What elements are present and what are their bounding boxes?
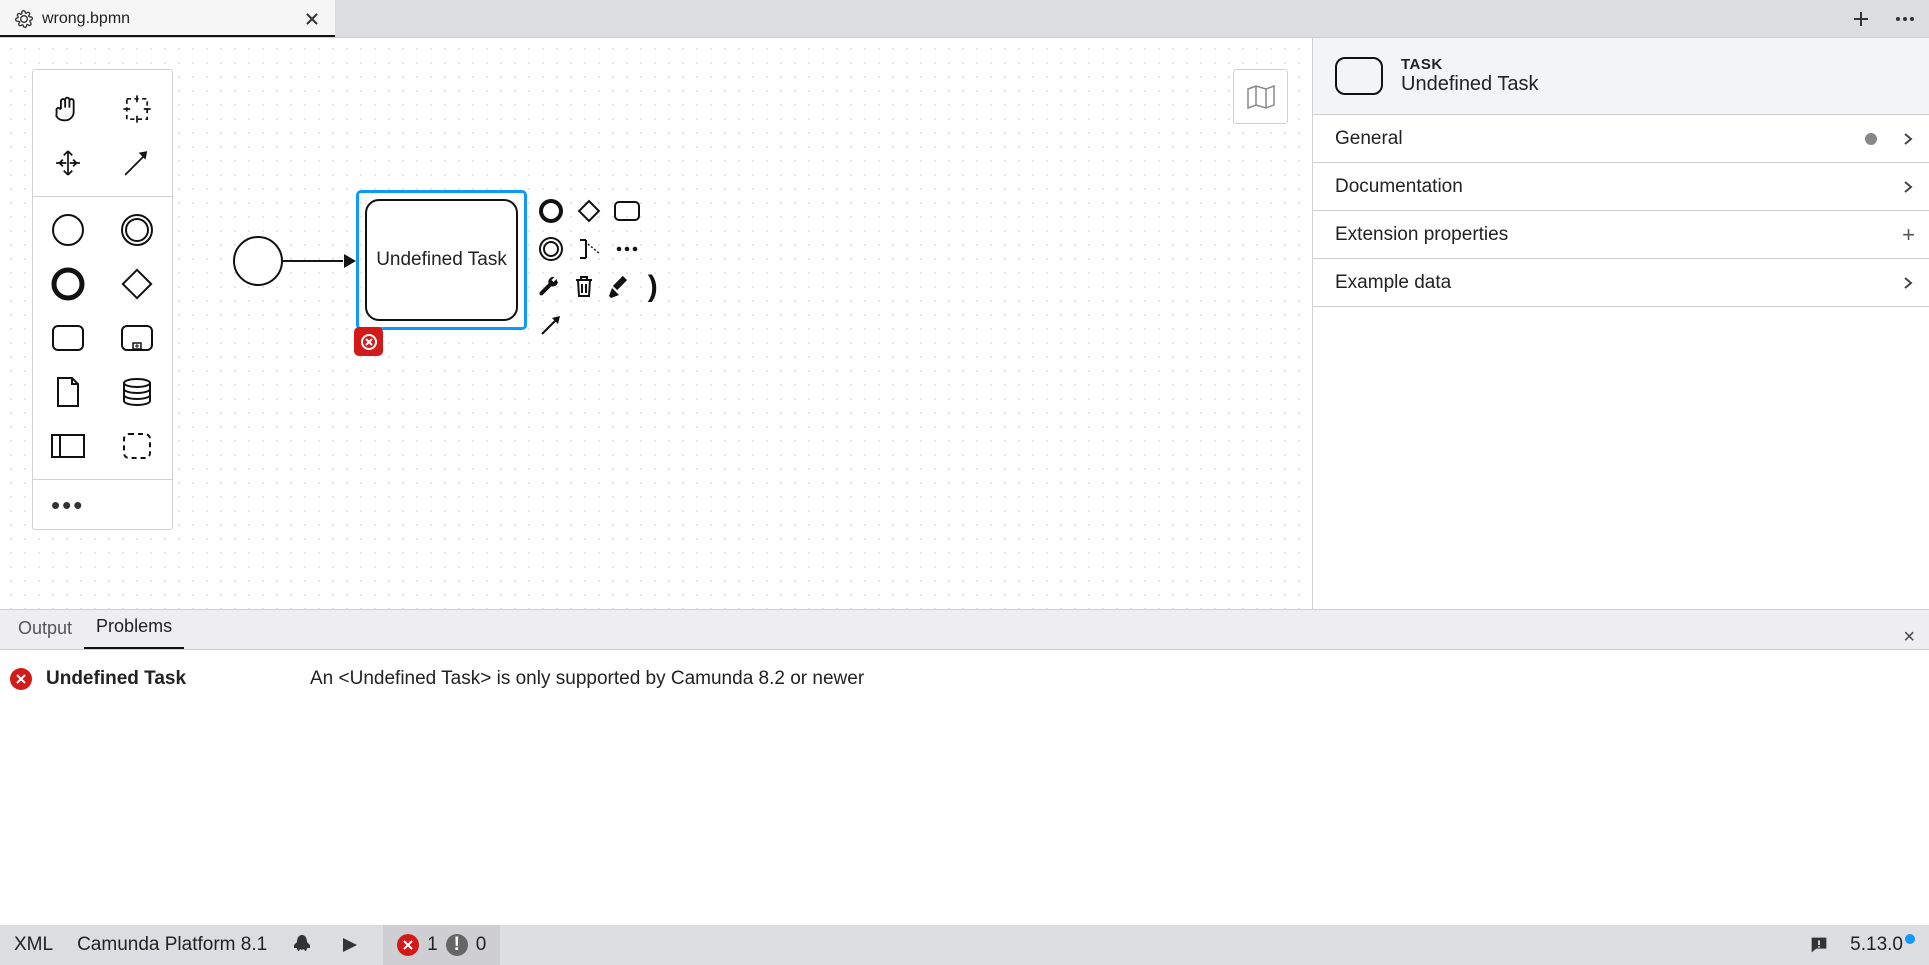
space-tool[interactable] [43, 140, 93, 186]
sequence-flow[interactable] [283, 259, 356, 263]
trash-icon[interactable] [571, 272, 598, 302]
close-context-icon[interactable]: ) [640, 272, 667, 302]
element-name-label: Undefined Task [1401, 73, 1539, 96]
platform-label: Camunda Platform 8.1 [77, 934, 267, 956]
append-gateway-button[interactable] [574, 196, 604, 226]
append-task-button[interactable] [612, 196, 642, 226]
section-example-label: Example data [1335, 272, 1451, 294]
warning-badge-icon: ! [446, 934, 468, 956]
data-store-tool[interactable] [112, 369, 162, 415]
chevron-right-icon [1901, 132, 1915, 146]
tab-close-button[interactable] [303, 10, 321, 28]
wrench-icon[interactable] [536, 272, 563, 302]
minimap-toggle-button[interactable] [1233, 69, 1288, 124]
properties-header: TASK Undefined Task [1313, 38, 1929, 115]
section-extension-properties[interactable]: Extension properties + [1313, 211, 1929, 259]
main-area: ••• Undefined Task [0, 38, 1929, 609]
global-connect-tool[interactable] [112, 140, 162, 186]
tab-problems[interactable]: Problems [84, 608, 184, 649]
feedback-icon[interactable] [1808, 934, 1830, 956]
end-event-tool[interactable] [43, 261, 93, 307]
append-intermediate-event-button[interactable] [536, 234, 566, 264]
platform-selector[interactable]: Camunda Platform 8.1 [77, 934, 267, 956]
error-badge-icon [397, 934, 419, 956]
section-example-data[interactable]: Example data [1313, 259, 1929, 307]
intermediate-event-tool[interactable] [112, 207, 162, 253]
annotation-button[interactable] [574, 234, 604, 264]
tab-bar: wrong.bpmn [0, 0, 1929, 38]
section-extension-label: Extension properties [1335, 224, 1508, 246]
new-tab-button[interactable] [1851, 9, 1871, 29]
subprocess-tool[interactable] [112, 315, 162, 361]
lasso-tool[interactable] [112, 86, 162, 132]
problems-summary[interactable]: 1 ! 0 [383, 925, 500, 965]
section-general-label: General [1335, 128, 1403, 150]
properties-panel: TASK Undefined Task General Documentatio… [1312, 38, 1929, 609]
start-event-tool[interactable] [43, 207, 93, 253]
gateway-tool[interactable] [112, 261, 162, 307]
diagram-canvas[interactable]: ••• Undefined Task [0, 38, 1312, 609]
section-documentation[interactable]: Documentation [1313, 163, 1929, 211]
problem-row[interactable]: Undefined Task An <Undefined Task> is on… [0, 664, 1929, 694]
section-general[interactable]: General [1313, 115, 1929, 163]
error-count: 1 [427, 934, 438, 956]
plus-icon[interactable]: + [1902, 222, 1915, 248]
element-kind-label: TASK [1401, 56, 1539, 73]
tab-output[interactable]: Output [6, 610, 84, 649]
tab-menu-button[interactable] [1895, 9, 1915, 29]
dot-icon [1865, 133, 1877, 145]
task-type-icon [1335, 57, 1383, 95]
connect-icon[interactable] [536, 310, 566, 340]
version-indicator[interactable]: 5.13.0 [1850, 934, 1915, 956]
xml-toggle[interactable]: XML [14, 934, 53, 956]
group-tool[interactable] [112, 423, 162, 469]
data-object-tool[interactable] [43, 369, 93, 415]
version-label: 5.13.0 [1850, 934, 1903, 955]
gear-icon [14, 9, 34, 29]
tab-problems-label: Problems [96, 616, 172, 636]
task-node[interactable]: Undefined Task [356, 190, 527, 330]
error-marker-icon[interactable] [354, 327, 383, 356]
problem-element-name: Undefined Task [46, 668, 296, 690]
context-pad: ) [536, 196, 666, 348]
deploy-button[interactable] [291, 933, 315, 957]
pool-tool[interactable] [43, 423, 93, 469]
start-event-node[interactable] [233, 236, 283, 286]
file-tab-label: wrong.bpmn [42, 10, 130, 28]
bottom-panel-close-button[interactable]: × [1889, 626, 1929, 649]
hand-tool[interactable] [43, 86, 93, 132]
tool-palette: ••• [32, 69, 173, 530]
tab-output-label: Output [18, 618, 72, 638]
palette-more-button[interactable]: ••• [43, 490, 162, 521]
append-end-event-button[interactable] [536, 196, 566, 226]
color-icon[interactable] [605, 272, 632, 302]
task-node-label: Undefined Task [376, 249, 507, 271]
context-more-icon[interactable] [612, 234, 642, 264]
chevron-right-icon [1901, 276, 1915, 290]
chevron-right-icon [1901, 180, 1915, 194]
bottom-panel: Output Problems × Undefined Task An <Und… [0, 609, 1929, 925]
bottom-tab-bar: Output Problems × [0, 610, 1929, 650]
update-dot-icon [1905, 934, 1915, 944]
section-documentation-label: Documentation [1335, 176, 1463, 198]
error-icon [10, 668, 32, 690]
problem-message: An <Undefined Task> is only supported by… [310, 668, 864, 690]
status-bar: XML Camunda Platform 8.1 1 ! 0 5.13.0 [0, 925, 1929, 965]
xml-label: XML [14, 934, 53, 956]
task-tool[interactable] [43, 315, 93, 361]
file-tab[interactable]: wrong.bpmn [0, 0, 335, 37]
run-button[interactable] [339, 935, 359, 955]
warning-count: 0 [476, 934, 487, 956]
problems-list: Undefined Task An <Undefined Task> is on… [0, 650, 1929, 925]
